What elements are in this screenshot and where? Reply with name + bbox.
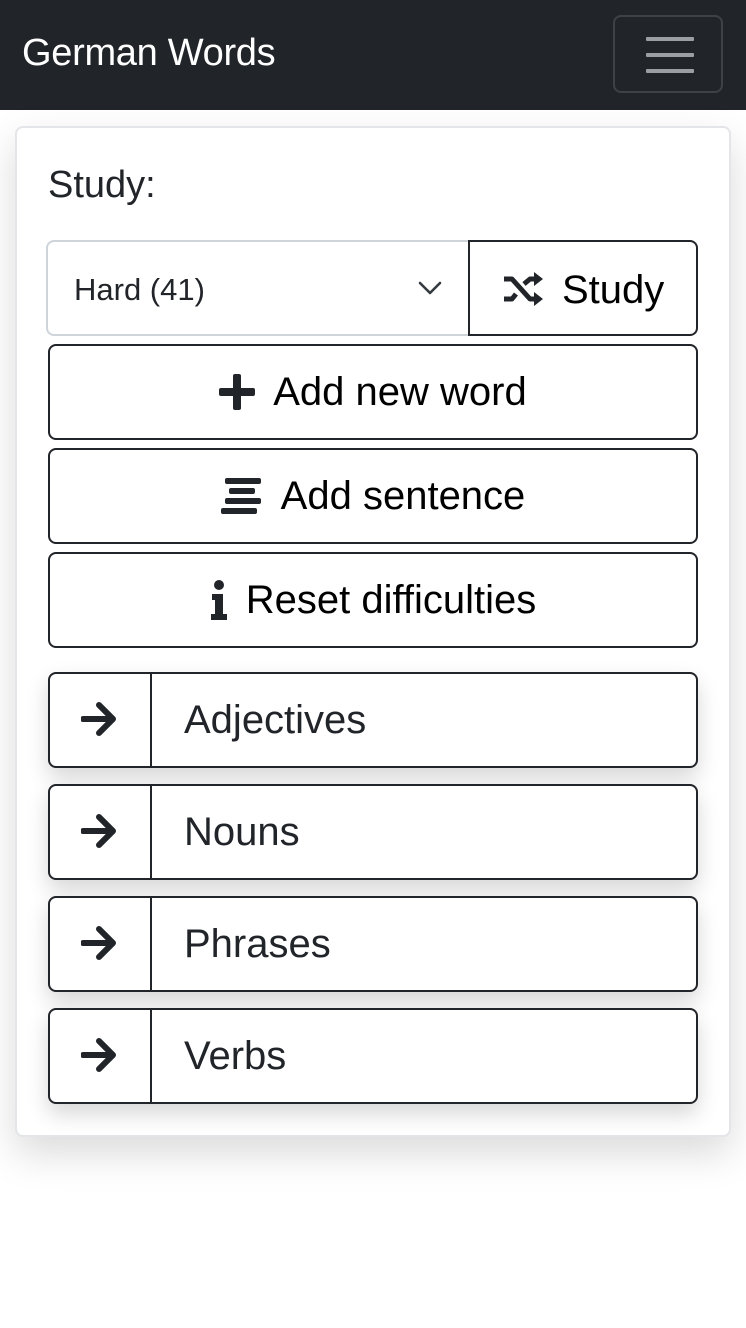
align-center-icon: [220, 478, 261, 514]
brand-title[interactable]: German Words: [22, 30, 276, 76]
card-title: Study:: [48, 164, 156, 206]
reset-difficulties-button[interactable]: Reset difficulties: [48, 552, 698, 648]
arrow-right-icon: [81, 814, 116, 848]
category-arrow-button[interactable]: [50, 898, 152, 990]
arrow-right-icon: [81, 926, 116, 960]
add-new-word-button[interactable]: Add new word: [48, 344, 698, 440]
hamburger-menu-button[interactable]: [613, 15, 723, 93]
shuffle-icon: [504, 272, 543, 306]
study-button-label: Study: [562, 268, 665, 312]
category-item-nouns[interactable]: Nouns: [48, 784, 698, 880]
category-label: Adjectives: [184, 698, 367, 742]
add-sentence-label: Add sentence: [280, 474, 526, 518]
plus-icon: [219, 374, 256, 410]
category-arrow-button[interactable]: [50, 674, 152, 766]
reset-difficulties-label: Reset difficulties: [245, 578, 537, 622]
category-item-phrases[interactable]: Phrases: [48, 896, 698, 992]
add-new-word-label: Add new word: [273, 370, 527, 414]
arrow-right-icon: [81, 1038, 116, 1072]
hamburger-menu-icon: [646, 37, 694, 41]
chevron-down-icon: [418, 281, 442, 295]
category-label: Verbs: [184, 1034, 287, 1078]
study-button[interactable]: Study: [468, 240, 698, 336]
category-label: Phrases: [184, 922, 331, 966]
category-item-adjectives[interactable]: Adjectives: [48, 672, 698, 768]
category-arrow-button[interactable]: [50, 786, 152, 878]
category-label: Nouns: [184, 810, 300, 854]
category-arrow-button[interactable]: [50, 1010, 152, 1102]
add-sentence-button[interactable]: Add sentence: [48, 448, 698, 544]
navbar: German Words: [0, 0, 746, 110]
info-icon: [210, 580, 227, 620]
arrow-right-icon: [81, 702, 116, 736]
hamburger-menu-icon: [646, 53, 694, 57]
category-item-verbs[interactable]: Verbs: [48, 1008, 698, 1104]
difficulty-select[interactable]: Hard (41): [46, 240, 470, 336]
difficulty-select-value: Hard (41): [74, 272, 205, 307]
hamburger-menu-icon: [646, 69, 694, 73]
